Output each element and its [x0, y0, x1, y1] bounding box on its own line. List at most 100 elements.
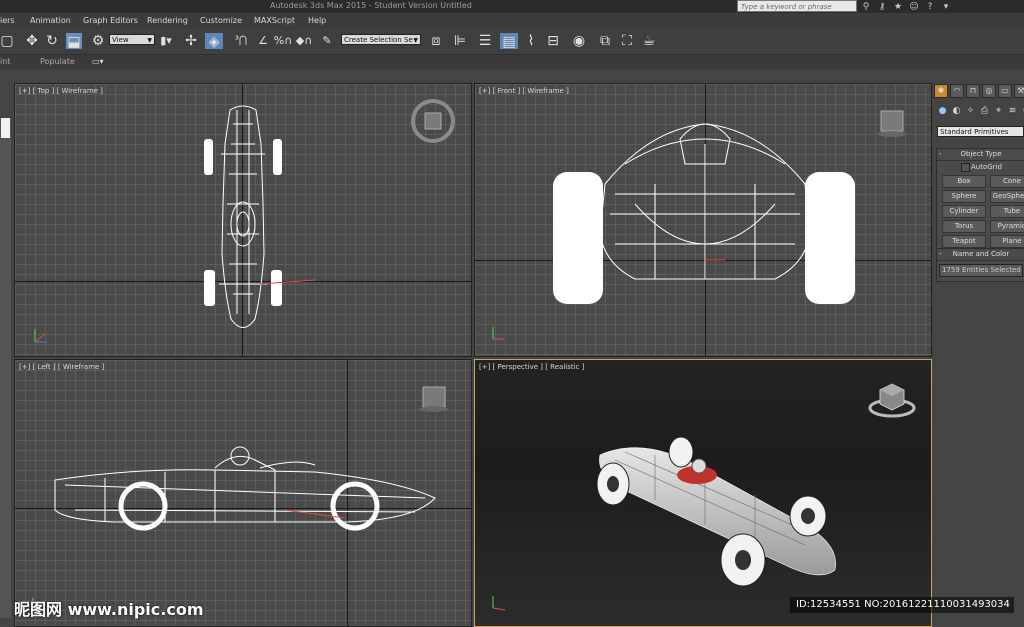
- name-and-color-header[interactable]: - Name and Color: [937, 249, 1024, 261]
- menu-item-rendering[interactable]: Rendering: [147, 16, 188, 25]
- menu-item-modifiers[interactable]: iers: [0, 16, 15, 25]
- ribbon-bar: int Populate ▭▾: [0, 55, 1024, 69]
- scale-icon[interactable]: ⬓: [66, 33, 82, 50]
- percent-snap-icon[interactable]: %∩: [273, 32, 293, 50]
- pivot-icon[interactable]: ▮▾: [157, 32, 175, 50]
- dropdown-icon[interactable]: ▾: [941, 2, 951, 12]
- main-toolbar: ▢ ✥ ↻ ⬓ ⚙ View ▼ ▮▾ ✢ ◈ ³⋂ ∠ %∩ ◆∩ ✎ Crea…: [0, 29, 1024, 55]
- reference-coordinate-dropdown[interactable]: View ▼: [109, 34, 155, 45]
- search-input[interactable]: Type a keyword or phrase: [737, 0, 857, 12]
- align-icon[interactable]: ⊫: [451, 32, 469, 50]
- window-title: Autodesk 3ds Max 2015 - Student Version …: [270, 1, 472, 10]
- autogrid-label: AutoGrid: [971, 163, 1002, 171]
- name-and-color-rollout: - Name and Color 1759 Entities Selected: [936, 248, 1024, 282]
- viewport-top[interactable]: [+] [ Top ] [ Wireframe ]: [14, 83, 472, 357]
- ribbon-tab-paint[interactable]: int: [0, 57, 10, 66]
- viewport-top-label[interactable]: [+] [ Top ] [ Wireframe ]: [19, 87, 103, 95]
- command-panel: ✱ ◠ ⊓ ◎ ▭ ⚒ ● ◐ ✧ ⎙ ⌖ ≋ ⚙ Standard Primi…: [934, 82, 1024, 625]
- menu-item-maxscript[interactable]: MAXScript: [254, 16, 295, 25]
- curve-editor-icon[interactable]: ⌇: [522, 32, 540, 50]
- viewcube-front[interactable]: [475, 84, 931, 356]
- layer-icon[interactable]: ☰: [476, 32, 494, 50]
- rotate-icon[interactable]: ↻: [44, 32, 60, 50]
- viewport-workarea-top: [0, 70, 1024, 80]
- display-tab-icon[interactable]: ▭: [998, 84, 1012, 98]
- ribbon-tab-populate[interactable]: Populate: [40, 57, 75, 66]
- viewport-left-label[interactable]: [+] [ Left ] [ Wireframe ]: [19, 363, 104, 371]
- sphere-button[interactable]: Sphere: [942, 190, 986, 203]
- viewport-left[interactable]: [+] [ Left ] [ Wireframe ]: [14, 359, 472, 627]
- mirror-icon[interactable]: ⧈: [427, 32, 445, 50]
- title-bar: Autodesk 3ds Max 2015 - Student Version …: [0, 0, 1024, 13]
- plane-button[interactable]: Plane: [990, 235, 1024, 248]
- view-dropdown-label: View: [112, 36, 129, 44]
- selection-set-label: Create Selection Se: [344, 36, 413, 44]
- hierarchy-tab-icon[interactable]: ⊓: [966, 84, 980, 98]
- primitive-category-dropdown[interactable]: Standard Primitives: [937, 126, 1024, 137]
- box-button[interactable]: Box: [942, 175, 986, 188]
- select-region-icon[interactable]: ▢: [0, 32, 14, 50]
- ribbon-options-icon[interactable]: ▭▾: [92, 57, 104, 66]
- cone-button[interactable]: Cone: [990, 175, 1024, 188]
- modify-tab-icon[interactable]: ◠: [950, 84, 964, 98]
- cylinder-button[interactable]: Cylinder: [942, 205, 986, 218]
- object-type-title: Object Type: [960, 150, 1002, 158]
- viewcube-left[interactable]: [15, 360, 471, 626]
- rendered-frame-window-icon[interactable]: ⛶: [618, 32, 636, 50]
- binoculars-icon[interactable]: ⚲: [861, 2, 871, 12]
- autogrid-checkbox[interactable]: AutoGrid: [937, 161, 1024, 172]
- viewport-front-label[interactable]: [+] [ Front ] [ Wireframe ]: [479, 87, 569, 95]
- left-scrollbar[interactable]: [0, 118, 11, 618]
- scrollbar-thumb[interactable]: [1, 118, 10, 138]
- edit-named-selection-icon[interactable]: ✎: [318, 32, 336, 50]
- command-panel-tabs: ✱ ◠ ⊓ ◎ ▭ ⚒: [934, 84, 1024, 98]
- angle-snap-icon[interactable]: ∠: [254, 32, 272, 50]
- object-name-field[interactable]: 1759 Entities Selected: [939, 264, 1023, 277]
- tube-button[interactable]: Tube: [990, 205, 1024, 218]
- lights-icon[interactable]: ✧: [965, 106, 976, 117]
- viewport-perspective[interactable]: [+] [ Perspective ] [ Realistic ]: [474, 359, 932, 627]
- material-editor-icon[interactable]: ◉: [570, 32, 588, 50]
- key-icon[interactable]: ⚷: [877, 2, 887, 12]
- select-manipulate-toggle-icon[interactable]: ◈: [205, 33, 223, 50]
- name-and-color-title: Name and Color: [952, 250, 1010, 258]
- user-icon[interactable]: ☺: [909, 2, 919, 12]
- schematic-view-icon[interactable]: ⊟: [544, 32, 562, 50]
- viewcube-perspective[interactable]: [475, 360, 931, 626]
- select-manipulate-icon[interactable]: ⚙: [90, 32, 106, 50]
- pyramid-button[interactable]: Pyramid: [990, 220, 1024, 233]
- menu-item-customize[interactable]: Customize: [200, 16, 242, 25]
- render-setup-icon[interactable]: ⧉: [596, 32, 614, 50]
- geosphere-button[interactable]: GeoSphere: [990, 190, 1024, 203]
- object-type-rollout: - Object Type AutoGrid Box Cone Sphere Ge…: [936, 148, 1024, 252]
- help-icon[interactable]: ?: [925, 2, 935, 12]
- named-selection-dropdown[interactable]: Create Selection Se ▼: [341, 34, 421, 45]
- viewport-perspective-label[interactable]: [+] [ Perspective ] [ Realistic ]: [479, 363, 584, 371]
- shapes-icon[interactable]: ◐: [951, 106, 962, 117]
- geometry-icon[interactable]: ●: [937, 106, 948, 117]
- scene-explorer-icon[interactable]: ▤: [500, 33, 518, 50]
- torus-button[interactable]: Torus: [942, 220, 986, 233]
- snaps-toggle-icon[interactable]: ³⋂: [231, 32, 251, 50]
- menu-item-animation[interactable]: Animation: [30, 16, 71, 25]
- object-type-header[interactable]: - Object Type: [937, 149, 1024, 161]
- menu-item-help[interactable]: Help: [308, 16, 326, 25]
- create-category-icons: ● ◐ ✧ ⎙ ⌖ ≋ ⚙: [937, 106, 1024, 117]
- move-pivot-icon[interactable]: ✢: [183, 32, 199, 50]
- create-tab-icon[interactable]: ✱: [934, 84, 948, 98]
- watermark-site: 昵图网 www.nipic.com: [14, 600, 204, 619]
- viewport-front[interactable]: [+] [ Front ] [ Wireframe ]: [474, 83, 932, 357]
- motion-tab-icon[interactable]: ◎: [982, 84, 996, 98]
- teapot-button[interactable]: Teapot: [942, 235, 986, 248]
- menu-item-graph-editors[interactable]: Graph Editors: [83, 16, 138, 25]
- utilities-tab-icon[interactable]: ⚒: [1014, 84, 1024, 98]
- cameras-icon[interactable]: ⎙: [979, 106, 990, 117]
- spacewarps-icon[interactable]: ≋: [1007, 106, 1018, 117]
- menu-bar: iers Animation Graph Editors Rendering C…: [0, 13, 1024, 29]
- star-icon[interactable]: ★: [893, 2, 903, 12]
- teapot-icon[interactable]: ☕: [640, 32, 658, 50]
- helpers-icon[interactable]: ⌖: [993, 106, 1004, 117]
- viewcube-top[interactable]: [15, 84, 471, 356]
- move-icon[interactable]: ✥: [24, 32, 40, 50]
- spinner-snap-icon[interactable]: ◆∩: [294, 32, 314, 50]
